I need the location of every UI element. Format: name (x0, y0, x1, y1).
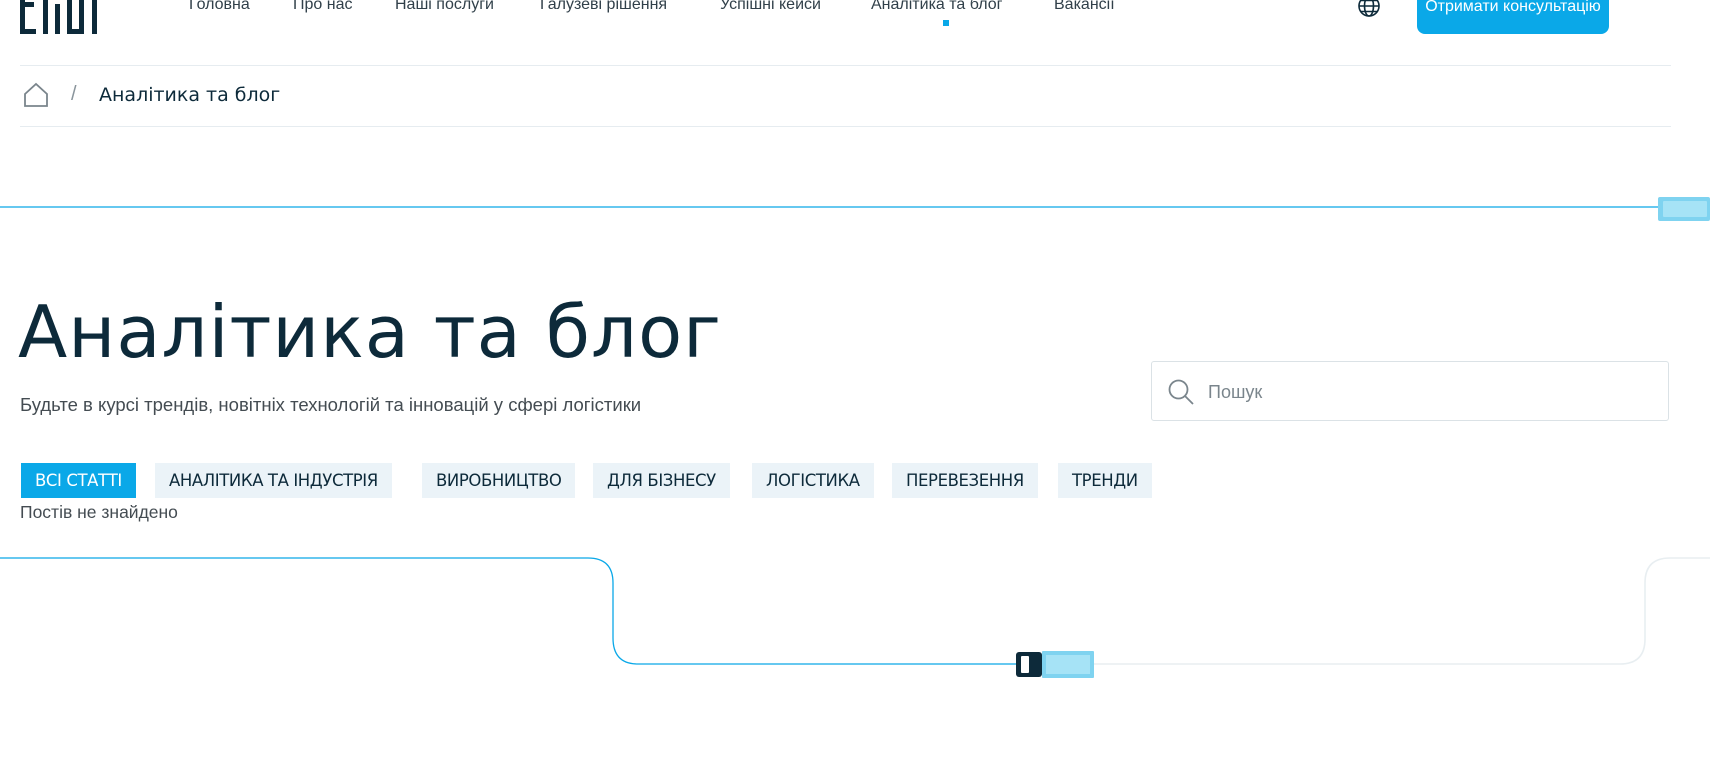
filter-all-articles[interactable]: ВСІ СТАТТІ (21, 463, 136, 498)
truck-icon (1016, 651, 1094, 678)
filter-logistics[interactable]: ЛОГІСТИКА (752, 463, 874, 498)
filter-for-business[interactable]: ДЛЯ БІЗНЕСУ (593, 463, 730, 498)
get-consultation-button[interactable]: Отримати консультацію (1417, 0, 1609, 34)
nav-about[interactable]: Про нас (293, 0, 352, 14)
home-icon[interactable] (23, 82, 49, 108)
breadcrumb-separator: / (71, 83, 77, 105)
filter-analytics-industry[interactable]: АНАЛІТИКА ТА ІНДУСТРІЯ (155, 463, 392, 498)
header-divider (20, 65, 1671, 66)
filter-trends[interactable]: ТРЕНДИ (1058, 463, 1152, 498)
page-title: Аналітика та блог (18, 290, 722, 374)
filter-manufacturing[interactable]: ВИРОБНИЦТВО (422, 463, 576, 498)
breadcrumb-divider (20, 126, 1671, 127)
nav-vacancies[interactable]: Вакансії (1054, 0, 1115, 14)
search-box (1151, 361, 1669, 421)
nav-industry-solutions[interactable]: Галузеві рішення (540, 0, 667, 14)
empty-state-message: Постів не знайдено (20, 502, 178, 522)
search-icon (1168, 379, 1194, 405)
breadcrumb-current: Аналітика та блог (99, 84, 281, 106)
search-input[interactable] (1206, 374, 1650, 410)
globe-icon[interactable] (1357, 0, 1381, 18)
site-header: Головна Про нас Наші послуги Галузеві рі… (0, 0, 1710, 66)
nav-active-indicator (943, 20, 949, 26)
nav-services[interactable]: Наші послуги (395, 0, 494, 14)
truck-icon (1658, 197, 1710, 221)
nav-cases[interactable]: Успішні кейси (720, 0, 821, 14)
filter-transportation[interactable]: ПЕРЕВЕЗЕННЯ (892, 463, 1038, 498)
nav-home[interactable]: Головна (189, 0, 250, 14)
company-logo[interactable] (20, 0, 106, 36)
nav-blog[interactable]: Аналітика та блог (871, 0, 1002, 14)
page-subtitle: Будьте в курсі трендів, новітніх техноло… (20, 394, 642, 415)
